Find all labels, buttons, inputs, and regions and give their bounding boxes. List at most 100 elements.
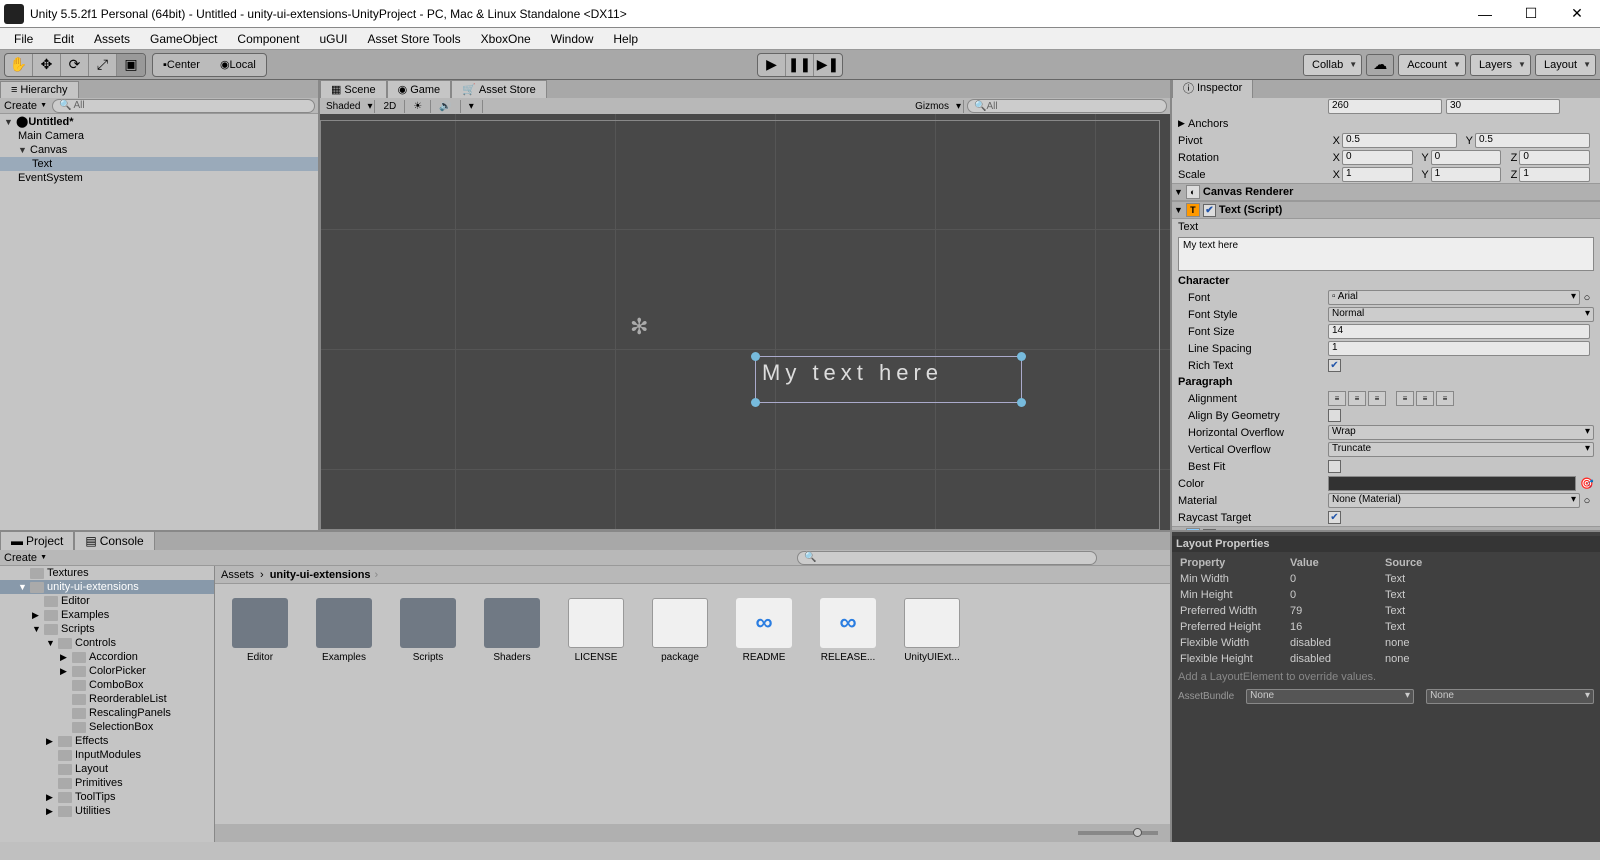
scene-audio-toggle[interactable]: 🔊 — [431, 100, 460, 113]
align-top-button[interactable]: ≡ — [1396, 391, 1414, 406]
scene-gizmos-dropdown[interactable]: Gizmos — [909, 100, 964, 113]
project-folder-inputmodules[interactable]: InputModules — [0, 748, 214, 762]
hierarchy-item-camera[interactable]: Main Camera — [0, 129, 318, 143]
layout-dropdown[interactable]: Layout — [1535, 54, 1596, 76]
asset-shaders[interactable]: Shaders — [481, 598, 543, 663]
menu-asset-store-tools[interactable]: Asset Store Tools — [357, 29, 470, 49]
align-bottom-button[interactable]: ≡ — [1436, 391, 1454, 406]
align-center-button[interactable]: ≡ — [1348, 391, 1366, 406]
width-field[interactable]: 260 — [1328, 99, 1442, 114]
project-folder-textures[interactable]: Textures — [0, 566, 214, 580]
raycast-checkbox[interactable]: ✔ — [1328, 511, 1341, 524]
best-fit-checkbox[interactable] — [1328, 460, 1341, 473]
hierarchy-item-canvas[interactable]: ▼Canvas — [0, 143, 318, 157]
text-content-field[interactable]: My text here — [1178, 237, 1594, 271]
height-field[interactable]: 30 — [1446, 99, 1560, 114]
pivot-rotation-toggle[interactable]: ◉ Local — [210, 54, 266, 76]
pause-button[interactable]: ❚❚ — [786, 54, 814, 76]
assetbundle-dropdown[interactable]: None — [1246, 689, 1414, 704]
text-enable-checkbox[interactable]: ✔ — [1203, 204, 1216, 217]
asset-editor[interactable]: Editor — [229, 598, 291, 663]
hierarchy-scene-root[interactable]: ▼⬤ Untitled* — [0, 114, 318, 129]
align-left-button[interactable]: ≡ — [1328, 391, 1346, 406]
scene-fx-toggle[interactable]: ▾ — [461, 100, 483, 113]
material-field[interactable]: None (Material) — [1328, 493, 1580, 508]
asset-store-tab[interactable]: 🛒Asset Store — [451, 80, 547, 98]
hierarchy-create-dropdown[interactable]: Create — [0, 99, 49, 113]
color-field[interactable] — [1328, 476, 1576, 491]
assetbundle-variant-dropdown[interactable]: None — [1426, 689, 1594, 704]
project-folder-colorpicker[interactable]: ▶ColorPicker — [0, 664, 214, 678]
font-dropdown[interactable]: ▫ Arial — [1328, 290, 1580, 305]
hierarchy-item-eventsystem[interactable]: EventSystem — [0, 171, 318, 185]
hand-tool-button[interactable]: ✋ — [5, 54, 33, 76]
line-spacing-field[interactable]: 1 — [1328, 341, 1590, 356]
scale-y-field[interactable]: 1 — [1431, 167, 1502, 182]
scene-render-mode-dropdown[interactable]: Shaded — [320, 100, 375, 113]
asset-package[interactable]: package — [649, 598, 711, 663]
scene-light-toggle[interactable]: ☀ — [405, 100, 431, 113]
project-folder-scripts[interactable]: ▼Scripts — [0, 622, 214, 636]
selected-text-element[interactable]: My text here — [755, 356, 1022, 403]
v-overflow-dropdown[interactable]: Truncate — [1328, 442, 1594, 457]
menu-ugui[interactable]: uGUI — [309, 29, 357, 49]
asset-examples[interactable]: Examples — [313, 598, 375, 663]
rotate-tool-button[interactable]: ⟳ — [61, 54, 89, 76]
canvas-renderer-header[interactable]: ▼◐Canvas Renderer — [1172, 183, 1600, 201]
asset-readme[interactable]: ∞README — [733, 598, 795, 663]
game-tab[interactable]: ◉Game — [387, 80, 452, 98]
hierarchy-tab[interactable]: ≡Hierarchy — [0, 81, 79, 98]
asset-license[interactable]: LICENSE — [565, 598, 627, 663]
rot-x-field[interactable]: 0 — [1342, 150, 1413, 165]
project-folder-accordion[interactable]: ▶Accordion — [0, 650, 214, 664]
scale-x-field[interactable]: 1 — [1342, 167, 1413, 182]
project-folder-layout[interactable]: Layout — [0, 762, 214, 776]
project-folder-examples[interactable]: ▶Examples — [0, 608, 214, 622]
hierarchy-item-text[interactable]: Text — [0, 157, 318, 171]
menu-edit[interactable]: Edit — [43, 29, 84, 49]
project-folder-unity-ui-extensions[interactable]: ▼unity-ui-extensions — [0, 580, 214, 594]
scene-tab[interactable]: ▦Scene — [320, 80, 387, 98]
step-button[interactable]: ▶❚ — [814, 54, 842, 76]
project-create-dropdown[interactable]: Create — [0, 551, 49, 565]
project-folder-selectionbox[interactable]: SelectionBox — [0, 720, 214, 734]
menu-help[interactable]: Help — [603, 29, 648, 49]
translate-tool-button[interactable]: ✥ — [33, 54, 61, 76]
font-style-dropdown[interactable]: Normal — [1328, 307, 1594, 322]
layers-dropdown[interactable]: Layers — [1470, 54, 1531, 76]
menu-gameobject[interactable]: GameObject — [140, 29, 227, 49]
asset-release[interactable]: ∞RELEASE... — [817, 598, 879, 663]
project-folder-editor[interactable]: Editor — [0, 594, 214, 608]
play-button[interactable]: ▶ — [758, 54, 786, 76]
close-button[interactable]: ✕ — [1554, 0, 1600, 28]
inspector-tab[interactable]: ⓘInspector — [1172, 80, 1253, 98]
h-overflow-dropdown[interactable]: Wrap — [1328, 425, 1594, 440]
menu-file[interactable]: File — [4, 29, 43, 49]
text-script-header[interactable]: ▼T✔Text (Script) — [1172, 201, 1600, 219]
collab-dropdown[interactable]: Collab — [1303, 54, 1362, 76]
asset-scripts[interactable]: Scripts — [397, 598, 459, 663]
align-geom-checkbox[interactable] — [1328, 409, 1341, 422]
rot-z-field[interactable]: 0 — [1519, 150, 1590, 165]
project-folder-combobox[interactable]: ComboBox — [0, 678, 214, 692]
align-right-button[interactable]: ≡ — [1368, 391, 1386, 406]
project-search-input[interactable]: 🔍 — [797, 551, 1097, 565]
font-size-field[interactable]: 14 — [1328, 324, 1590, 339]
letter-spacing-header[interactable]: ▼#✔Letter Spacing (Script) — [1172, 526, 1600, 530]
console-tab[interactable]: ▤Console — [74, 531, 154, 550]
cloud-button[interactable]: ☁ — [1366, 54, 1394, 76]
scene-search-input[interactable]: 🔍All — [967, 99, 1167, 113]
rich-text-checkbox[interactable]: ✔ — [1328, 359, 1341, 372]
project-folder-effects[interactable]: ▶Effects — [0, 734, 214, 748]
rot-y-field[interactable]: 0 — [1431, 150, 1502, 165]
breadcrumb[interactable]: Assets›unity-ui-extensions› — [215, 566, 1170, 584]
menu-xboxone[interactable]: XboxOne — [471, 29, 541, 49]
asset-size-slider[interactable] — [1078, 831, 1158, 835]
scale-z-field[interactable]: 1 — [1519, 167, 1590, 182]
asset-unityuiext[interactable]: UnityUIExt... — [901, 598, 963, 663]
project-folder-utilities[interactable]: ▶Utilities — [0, 804, 214, 818]
pivot-y-field[interactable]: 0.5 — [1475, 133, 1590, 148]
align-middle-button[interactable]: ≡ — [1416, 391, 1434, 406]
project-folder-tooltips[interactable]: ▶ToolTips — [0, 790, 214, 804]
hierarchy-search-input[interactable]: 🔍All — [52, 99, 315, 113]
